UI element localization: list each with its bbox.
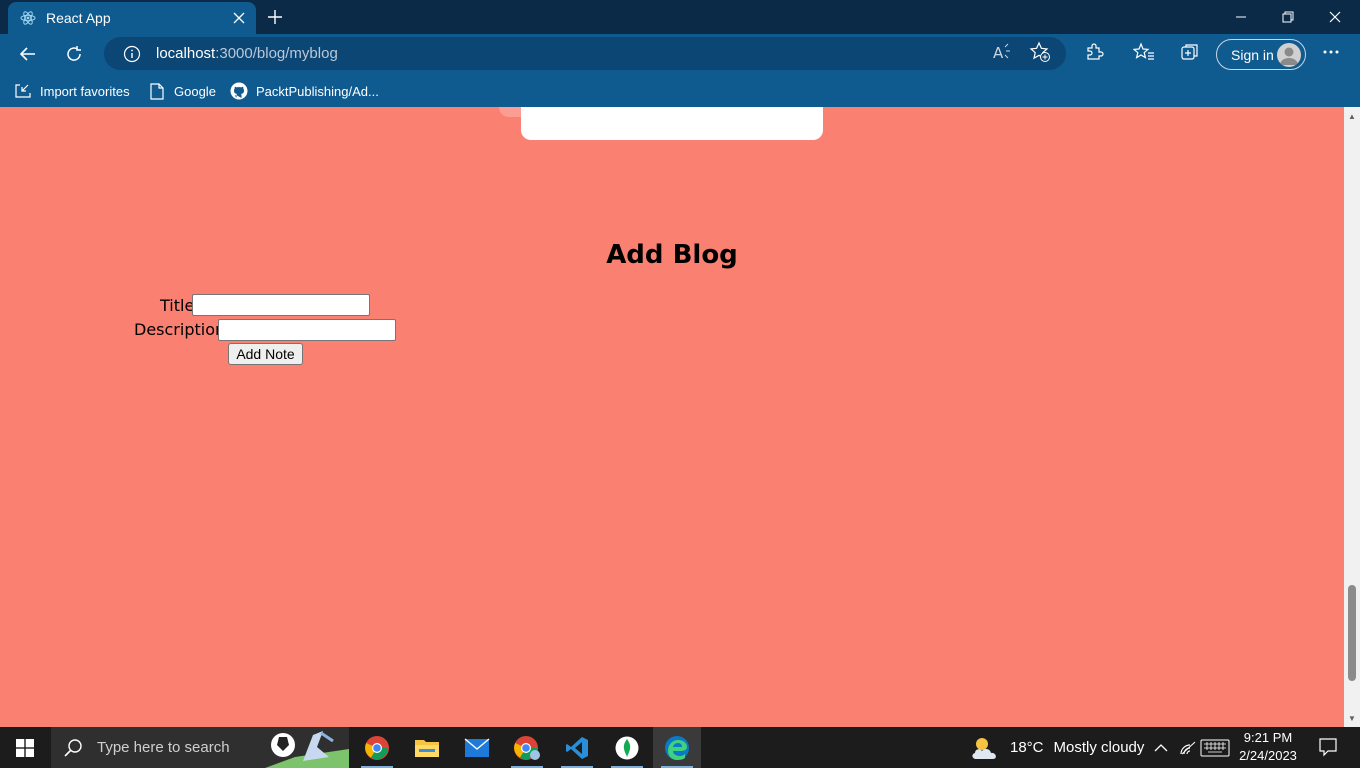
clock-time: 9:21 PM bbox=[1243, 730, 1293, 745]
taskbar-edge[interactable] bbox=[653, 727, 701, 768]
taskbar-search[interactable]: Type here to search bbox=[51, 727, 349, 768]
browser-titlebar: React App bbox=[0, 0, 1360, 34]
taskbar-file-explorer[interactable] bbox=[403, 727, 451, 768]
show-hidden-icons[interactable] bbox=[1154, 727, 1168, 768]
mail-icon bbox=[464, 737, 490, 757]
add-favorite-icon[interactable] bbox=[1028, 40, 1052, 64]
import-favorites-icon bbox=[14, 82, 32, 100]
url-path: :3000/blog/myblog bbox=[215, 45, 338, 62]
vscode-icon bbox=[566, 736, 588, 759]
file-explorer-icon bbox=[415, 739, 439, 757]
react-icon bbox=[20, 10, 36, 26]
browser-tab[interactable]: React App bbox=[8, 2, 256, 34]
extensions-icon[interactable] bbox=[1082, 40, 1106, 64]
search-placeholder: Type here to search bbox=[97, 739, 230, 756]
tab-title: React App bbox=[46, 10, 111, 26]
favorites-icon[interactable] bbox=[1132, 40, 1156, 64]
page-viewport: Add Blog Title Description Add Note bbox=[0, 107, 1344, 727]
taskbar-clock[interactable]: 9:21 PM 2/24/2023 bbox=[1232, 729, 1304, 765]
favorite-google[interactable]: Google bbox=[148, 79, 216, 103]
page-scrollbar[interactable]: ▲ ▼ bbox=[1344, 107, 1360, 727]
edge-icon bbox=[665, 735, 689, 760]
favorite-label: Google bbox=[174, 83, 216, 99]
minimize-button[interactable] bbox=[1218, 0, 1264, 34]
svg-text:A: A bbox=[993, 44, 1004, 62]
favorite-import[interactable]: Import favorites bbox=[14, 79, 130, 103]
sign-in-label: Sign in bbox=[1231, 46, 1274, 63]
taskbar-chrome-profile[interactable] bbox=[503, 727, 551, 768]
taskbar-vscode[interactable] bbox=[553, 727, 601, 768]
avatar bbox=[1277, 43, 1301, 67]
favorite-label: PacktPublishing/Ad... bbox=[256, 83, 379, 99]
keyboard-icon[interactable] bbox=[1200, 727, 1230, 768]
sign-in-button[interactable]: Sign in bbox=[1216, 39, 1306, 70]
favorite-packt[interactable]: PacktPublishing/Ad... bbox=[230, 79, 379, 103]
collections-icon[interactable] bbox=[1178, 40, 1202, 64]
refresh-button[interactable] bbox=[58, 38, 90, 70]
github-icon bbox=[230, 82, 248, 100]
back-button[interactable] bbox=[12, 38, 44, 70]
notification-icon[interactable] bbox=[1316, 735, 1340, 759]
chrome-profile-icon bbox=[514, 735, 540, 760]
title-input[interactable] bbox=[192, 294, 370, 316]
scroll-up-icon[interactable]: ▲ bbox=[1344, 109, 1360, 123]
url-text: localhost:3000/blog/myblog bbox=[156, 45, 338, 62]
description-input[interactable] bbox=[218, 319, 396, 341]
more-menu-icon[interactable] bbox=[1319, 40, 1343, 64]
favorite-label: Import favorites bbox=[40, 83, 130, 99]
scroll-down-icon[interactable]: ▼ bbox=[1344, 711, 1360, 725]
restore-button[interactable] bbox=[1265, 0, 1311, 34]
browser-toolbar: localhost:3000/blog/myblog A Sign in bbox=[0, 34, 1360, 74]
favorites-bar: Import favorites Google PacktPublishing/… bbox=[0, 74, 1360, 107]
clock-date: 2/24/2023 bbox=[1239, 748, 1297, 763]
close-tab-icon[interactable] bbox=[228, 7, 250, 29]
chrome-icon bbox=[365, 735, 389, 760]
taskbar-mail[interactable] bbox=[453, 727, 501, 768]
page-icon bbox=[148, 82, 166, 100]
read-aloud-icon[interactable]: A bbox=[990, 40, 1014, 64]
address-bar[interactable]: localhost:3000/blog/myblog bbox=[104, 37, 1066, 70]
windows-taskbar: Type here to search 18°C Mostly cloudy 9… bbox=[0, 727, 1360, 768]
weather-temp: 18°C bbox=[1010, 739, 1044, 756]
new-tab-button[interactable] bbox=[262, 4, 288, 30]
search-icon bbox=[63, 738, 83, 758]
page-title: Add Blog bbox=[606, 240, 738, 270]
start-button[interactable] bbox=[0, 727, 50, 768]
scrollbar-thumb[interactable] bbox=[1348, 585, 1356, 681]
windows-icon bbox=[16, 738, 34, 757]
blog-card bbox=[521, 107, 823, 140]
close-window-button[interactable] bbox=[1312, 0, 1358, 34]
taskbar-mongodb-compass[interactable] bbox=[603, 727, 651, 768]
weather-cloudy-icon bbox=[970, 735, 1000, 761]
weather-text: Mostly cloudy bbox=[1053, 739, 1145, 756]
search-highlight-art bbox=[265, 727, 349, 768]
add-note-button[interactable]: Add Note bbox=[228, 343, 303, 365]
chevron-up-icon bbox=[1154, 743, 1168, 751]
url-host: localhost bbox=[156, 45, 216, 62]
title-label: Title bbox=[160, 296, 195, 315]
taskbar-chrome[interactable] bbox=[353, 727, 401, 768]
description-label: Description bbox=[134, 320, 226, 339]
weather-widget[interactable]: 18°C Mostly cloudy bbox=[970, 727, 1144, 768]
site-info-icon[interactable] bbox=[122, 44, 142, 64]
network-icon[interactable] bbox=[1180, 727, 1198, 768]
mongodb-compass-icon bbox=[615, 736, 639, 759]
